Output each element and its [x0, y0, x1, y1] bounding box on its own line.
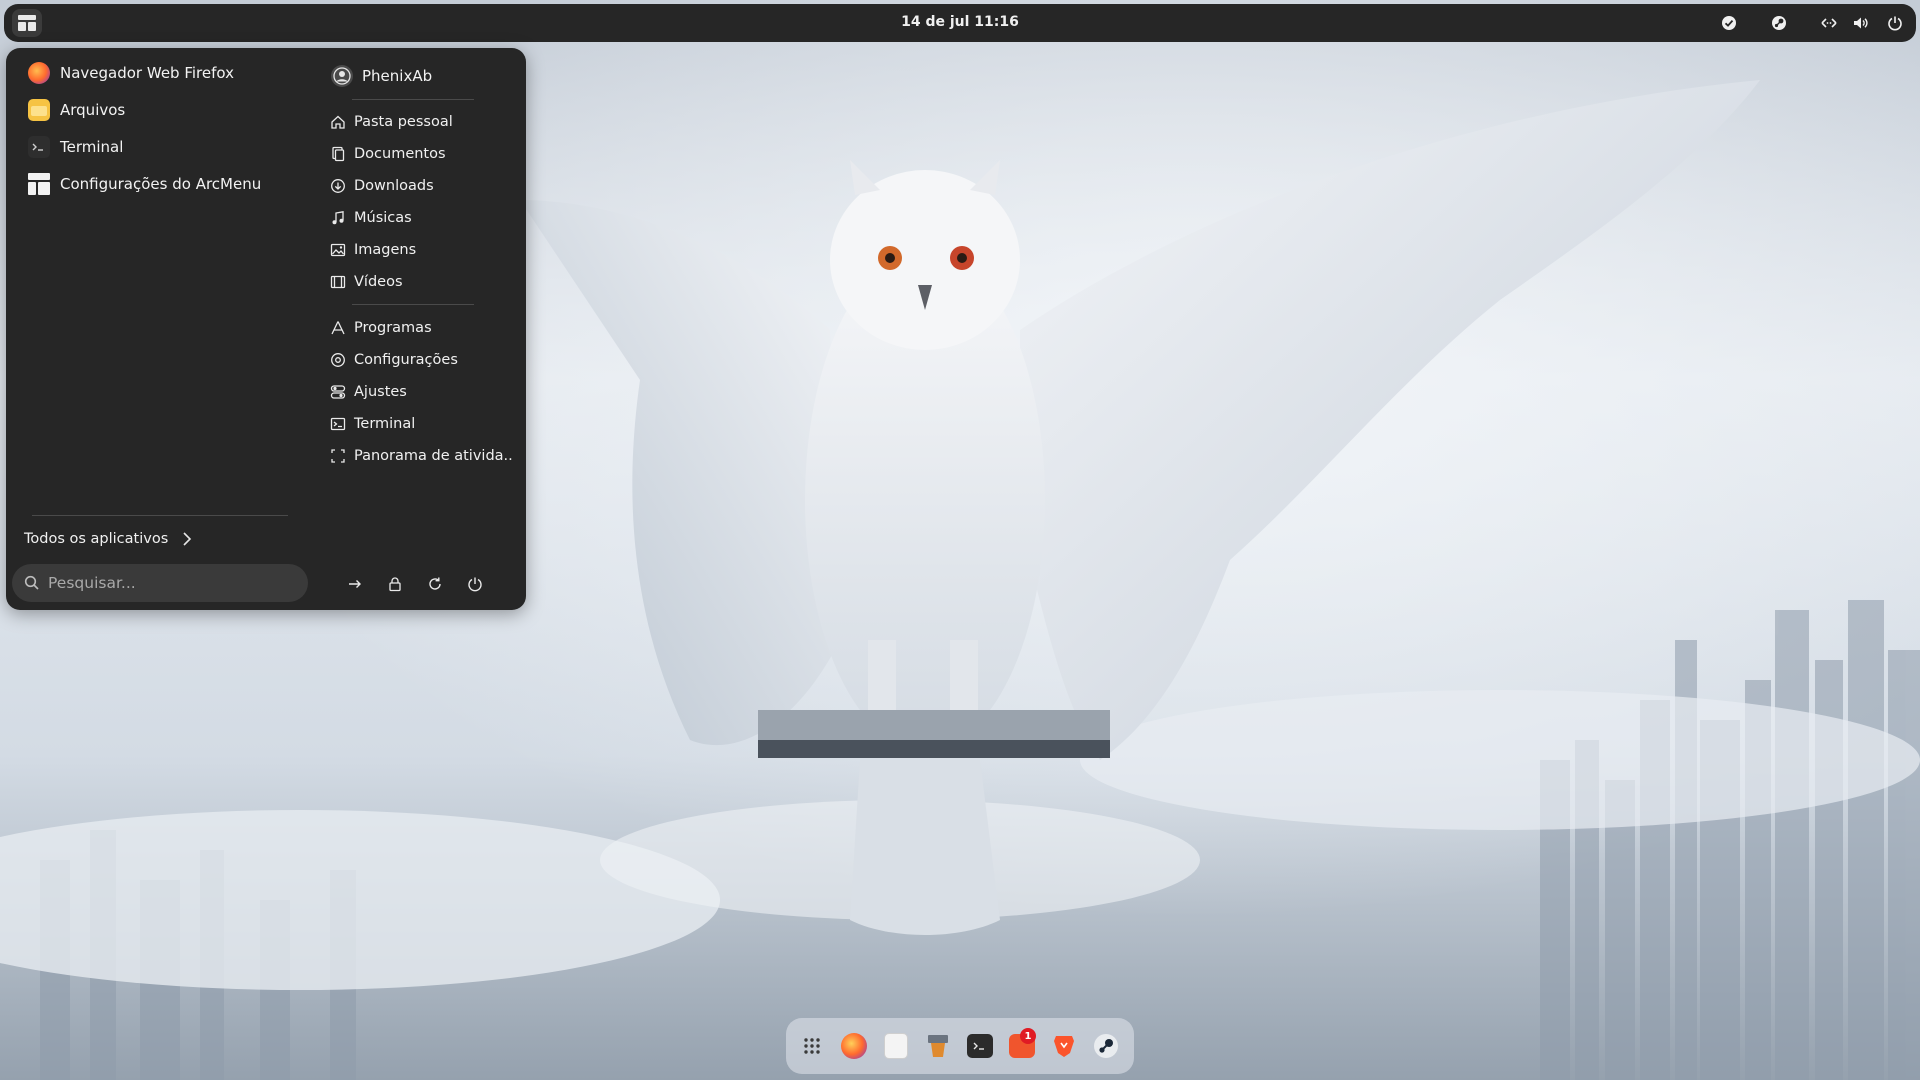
network-wired-icon[interactable]: [1820, 14, 1838, 32]
notification-badge: 1: [1020, 1028, 1036, 1044]
terminal-icon: [28, 136, 50, 158]
dock: [786, 1018, 1134, 1074]
power-off-button[interactable]: [461, 570, 489, 598]
downloads-icon: [331, 179, 345, 193]
system-label: Configurações: [354, 352, 458, 368]
menu-divider: [352, 99, 474, 100]
pinned-app-label: Navegador Web Firefox: [60, 64, 234, 82]
settings-icon: [331, 353, 345, 367]
system-label: Ajustes: [354, 384, 407, 400]
lock-icon: [389, 577, 401, 592]
firefox-icon: [841, 1033, 867, 1059]
checkmark-status-icon[interactable]: [1720, 14, 1738, 32]
music-icon: [332, 211, 344, 225]
dock-software-store[interactable]: [922, 1030, 954, 1062]
restart-icon: [429, 577, 441, 590]
tweaks-icon: [330, 385, 346, 399]
pinned-app-files[interactable]: Arquivos: [22, 93, 302, 127]
top-panel: 14 de jul 11:16: [4, 4, 1916, 42]
files-icon: [28, 99, 50, 121]
menu-divider: [32, 515, 288, 516]
system-label: Terminal: [354, 416, 416, 432]
user-account-button[interactable]: PhenixAb: [324, 60, 514, 92]
search-bar[interactable]: [12, 564, 308, 602]
pinned-app-firefox[interactable]: Navegador Web Firefox: [22, 56, 302, 90]
system-activities-overview[interactable]: Panorama de ativida...: [324, 442, 514, 470]
place-home[interactable]: Pasta pessoal: [324, 108, 514, 136]
search-input[interactable]: [48, 574, 288, 592]
chevron-right-icon: [183, 532, 192, 546]
documents-icon: [332, 146, 345, 162]
menu-divider: [352, 304, 474, 305]
place-downloads[interactable]: Downloads: [324, 172, 514, 200]
all-apps-label: Todos os aplicativos: [24, 531, 169, 547]
firefox-icon: [28, 62, 50, 84]
user-avatar-icon: [331, 65, 353, 87]
system-label: Panorama de ativida...: [354, 448, 514, 464]
place-label: Vídeos: [354, 274, 403, 290]
place-images[interactable]: Imagens: [324, 236, 514, 264]
terminal-icon: [330, 417, 346, 431]
activities-overview-icon: [331, 449, 345, 463]
steam-icon: [1094, 1034, 1118, 1058]
images-icon: [330, 243, 346, 257]
arcmenu-icon: [18, 15, 36, 31]
dock-terminal[interactable]: [964, 1030, 996, 1062]
terminal-icon: [967, 1034, 993, 1058]
system-software[interactable]: Programas: [324, 314, 514, 342]
date-time-clock[interactable]: 14 de jul 11:16: [901, 14, 1019, 30]
videos-icon: [330, 275, 346, 289]
dock-firefox[interactable]: [838, 1030, 870, 1062]
place-label: Documentos: [354, 146, 446, 162]
pinned-app-terminal[interactable]: Terminal: [22, 130, 302, 164]
restart-button[interactable]: [421, 570, 449, 598]
place-documents[interactable]: Documentos: [324, 140, 514, 168]
place-label: Músicas: [354, 210, 412, 226]
volume-icon[interactable]: [1852, 14, 1870, 32]
lock-button[interactable]: [381, 570, 409, 598]
place-label: Imagens: [354, 242, 417, 258]
pinned-app-label: Terminal: [60, 138, 124, 156]
steam-tray-icon[interactable]: [1770, 14, 1788, 32]
dock-brave[interactable]: [1048, 1030, 1080, 1062]
pinned-app-label: Configurações do ArcMenu: [60, 175, 262, 193]
system-settings[interactable]: Configurações: [324, 346, 514, 374]
dock-steam[interactable]: [1090, 1030, 1122, 1062]
arcmenu-settings-icon: [28, 173, 50, 195]
arcmenu-panel: Navegador Web Firefox Arquivos Terminal …: [6, 48, 526, 610]
text-editor-icon: [884, 1033, 908, 1059]
pinned-app-label: Arquivos: [60, 101, 126, 119]
place-label: Downloads: [354, 178, 434, 194]
place-music[interactable]: Músicas: [324, 204, 514, 232]
pinned-app-arcmenu-settings[interactable]: Configurações do ArcMenu: [22, 167, 302, 201]
power-menu-icon[interactable]: [1886, 14, 1904, 32]
dock-text-editor[interactable]: [880, 1030, 912, 1062]
all-apps-button[interactable]: Todos os aplicativos: [24, 526, 224, 552]
arcmenu-button[interactable]: [12, 9, 42, 37]
software-icon: [331, 321, 345, 335]
brave-icon: [1054, 1036, 1074, 1057]
system-tweaks[interactable]: Ajustes: [324, 378, 514, 406]
place-label: Pasta pessoal: [354, 114, 453, 130]
home-icon: [331, 115, 345, 129]
software-store-icon: [928, 1035, 948, 1057]
system-label: Programas: [354, 320, 432, 336]
dock-app-grid[interactable]: [796, 1030, 828, 1062]
logout-arrow-icon: [349, 580, 361, 588]
system-terminal[interactable]: Terminal: [324, 410, 514, 438]
app-grid-icon: [804, 1038, 820, 1054]
user-name: PhenixAb: [362, 67, 433, 85]
place-videos[interactable]: Vídeos: [324, 268, 514, 296]
logout-button[interactable]: [341, 570, 369, 598]
power-icon: [468, 577, 482, 592]
search-icon: [24, 575, 39, 590]
